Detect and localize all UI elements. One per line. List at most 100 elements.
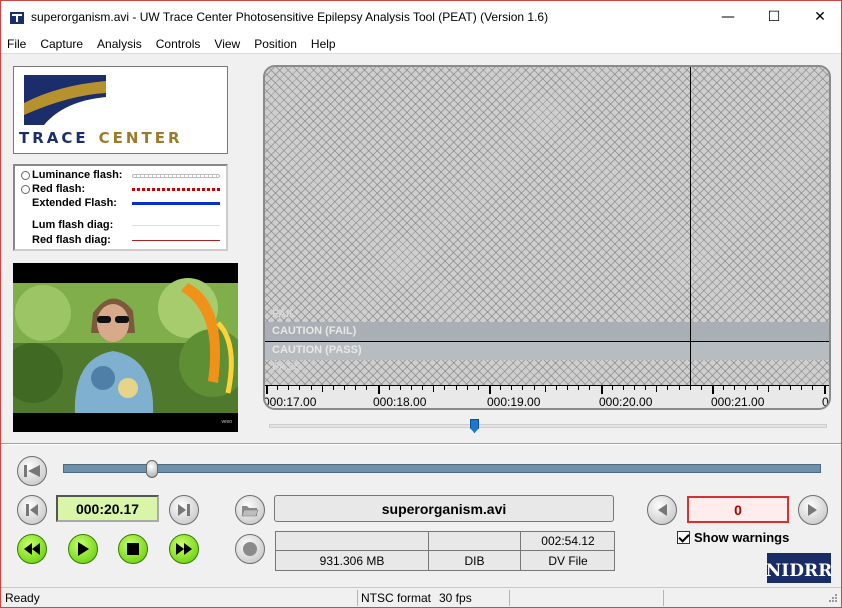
- tick-label: 000:19.00: [487, 395, 541, 409]
- panel-separator: [1, 443, 841, 445]
- arrow-right-icon: [808, 504, 817, 516]
- current-time-display: 000:20.17: [56, 495, 159, 522]
- file-info-grid: 002:54.12 931.306 MB DIB DV File: [275, 531, 615, 571]
- axis-tick: [399, 386, 401, 390]
- legend-row-extended: Extended Flash:: [15, 197, 226, 211]
- lum-diag-line-swatch: [132, 225, 220, 226]
- axis-tick: [366, 386, 368, 390]
- play-icon: [78, 542, 89, 556]
- maximize-button[interactable]: ☐: [751, 1, 797, 33]
- previous-warning-button[interactable]: [647, 495, 677, 525]
- next-warning-button[interactable]: [798, 495, 828, 525]
- legend-label: Lum flash diag:: [32, 219, 114, 231]
- step-back-icon: [26, 504, 38, 516]
- nidrr-logo-text: NIDRR: [767, 561, 831, 581]
- menu-file[interactable]: File: [1, 37, 33, 51]
- axis-tick: [700, 386, 702, 390]
- menu-controls[interactable]: Controls: [149, 37, 208, 51]
- rewind-button[interactable]: [17, 534, 47, 564]
- zone-pass-label: PASS: [272, 361, 302, 373]
- menu-analysis[interactable]: Analysis: [90, 37, 149, 51]
- axis-tick: [712, 386, 714, 394]
- legend-row-red-diag: Red flash diag:: [15, 234, 226, 248]
- flash-graph[interactable]: FAIL CAUTION (FAIL) CAUTION (PASS) PASS …: [263, 65, 831, 410]
- axis-tick: [489, 386, 491, 394]
- show-warnings-checkbox[interactable]: [677, 531, 690, 544]
- zone-caution-pass: CAUTION (PASS): [265, 342, 829, 360]
- position-track[interactable]: [63, 464, 821, 473]
- axis-tick: [500, 386, 502, 390]
- video-frame: [13, 263, 238, 432]
- legend-label: Red flash:: [32, 183, 86, 195]
- axis-tick: [310, 386, 312, 390]
- maximize-icon: ☐: [767, 9, 781, 25]
- zone-fail-label: FAIL: [272, 308, 296, 320]
- go-start-button[interactable]: [17, 456, 47, 486]
- fast-forward-icon: [176, 543, 192, 555]
- position-thumb[interactable]: [145, 460, 158, 478]
- record-button[interactable]: [235, 534, 265, 564]
- axis-tick: [332, 386, 334, 390]
- menu-position[interactable]: Position: [247, 37, 304, 51]
- step-forward-icon: [178, 504, 190, 516]
- graph-scroll-thumb[interactable]: [470, 419, 479, 433]
- menu-bar: File Capture Analysis Controls View Posi…: [1, 34, 841, 54]
- frame-forward-button[interactable]: [169, 495, 199, 525]
- tick-label: 000:18.00: [373, 395, 427, 409]
- menu-capture[interactable]: Capture: [33, 37, 90, 51]
- legend-row-luminance: Luminance flash:: [15, 169, 226, 183]
- axis-tick: [355, 386, 357, 390]
- logo-word-center: CENTER: [98, 129, 183, 147]
- menu-view[interactable]: View: [207, 37, 247, 51]
- axis-tick: [444, 386, 446, 390]
- axis-tick: [823, 386, 826, 394]
- open-file-button[interactable]: [235, 495, 265, 525]
- axis-tick: [645, 386, 647, 390]
- axis-tick: [611, 386, 613, 390]
- resize-grip-icon[interactable]: [826, 593, 838, 605]
- axis-tick: [600, 386, 603, 394]
- menu-help[interactable]: Help: [304, 37, 343, 51]
- time-cursor[interactable]: [690, 67, 691, 385]
- logo-word-trace: TRACE: [19, 129, 89, 147]
- close-button[interactable]: ✕: [797, 1, 842, 33]
- axis-tick: [455, 386, 457, 390]
- axis-tick: [689, 386, 691, 390]
- axis-tick: [790, 386, 792, 390]
- axis-tick: [756, 386, 758, 390]
- red-line-swatch: [132, 188, 220, 191]
- extended-line-swatch: [132, 202, 220, 205]
- play-button[interactable]: [68, 534, 98, 564]
- show-warnings-toggle[interactable]: Show warnings: [677, 530, 789, 545]
- axis-tick: [277, 386, 279, 390]
- window-title: superorganism.avi - UW Trace Center Phot…: [31, 10, 549, 24]
- axis-tick: [667, 386, 669, 390]
- axis-tick: [388, 386, 390, 390]
- zone-caution-fail-label: CAUTION (FAIL): [272, 325, 357, 337]
- show-warnings-label: Show warnings: [694, 530, 790, 545]
- app-icon: [10, 12, 24, 24]
- red-diag-line-swatch: [132, 240, 220, 241]
- axis-tick: [767, 386, 769, 392]
- axis-tick: [678, 386, 680, 390]
- fast-forward-button[interactable]: [169, 534, 199, 564]
- tick-label: 000:20.00: [599, 395, 653, 409]
- trace-center-logo: TRACE CENTER: [13, 66, 228, 154]
- tick-label: 000:21.00: [711, 395, 765, 409]
- axis-tick: [466, 386, 468, 390]
- luminance-line-swatch: [132, 174, 220, 178]
- logo-wordmark: TRACE CENTER: [19, 129, 183, 147]
- frame-back-button[interactable]: [17, 495, 47, 525]
- zone-caution-fail: CAUTION (FAIL): [265, 322, 829, 341]
- video-preview: vevo: [13, 263, 238, 432]
- red-flash-radio[interactable]: [21, 185, 30, 194]
- axis-tick: [778, 386, 780, 390]
- status-fps: 30 fps: [439, 591, 472, 605]
- skip-to-start-icon: [24, 465, 40, 477]
- stop-button[interactable]: [118, 534, 148, 564]
- graph-scrollbar[interactable]: [269, 419, 827, 433]
- axis-tick: [745, 386, 747, 390]
- minimize-button[interactable]: —: [705, 1, 751, 33]
- luminance-radio[interactable]: [21, 171, 30, 180]
- axis-tick: [422, 386, 424, 390]
